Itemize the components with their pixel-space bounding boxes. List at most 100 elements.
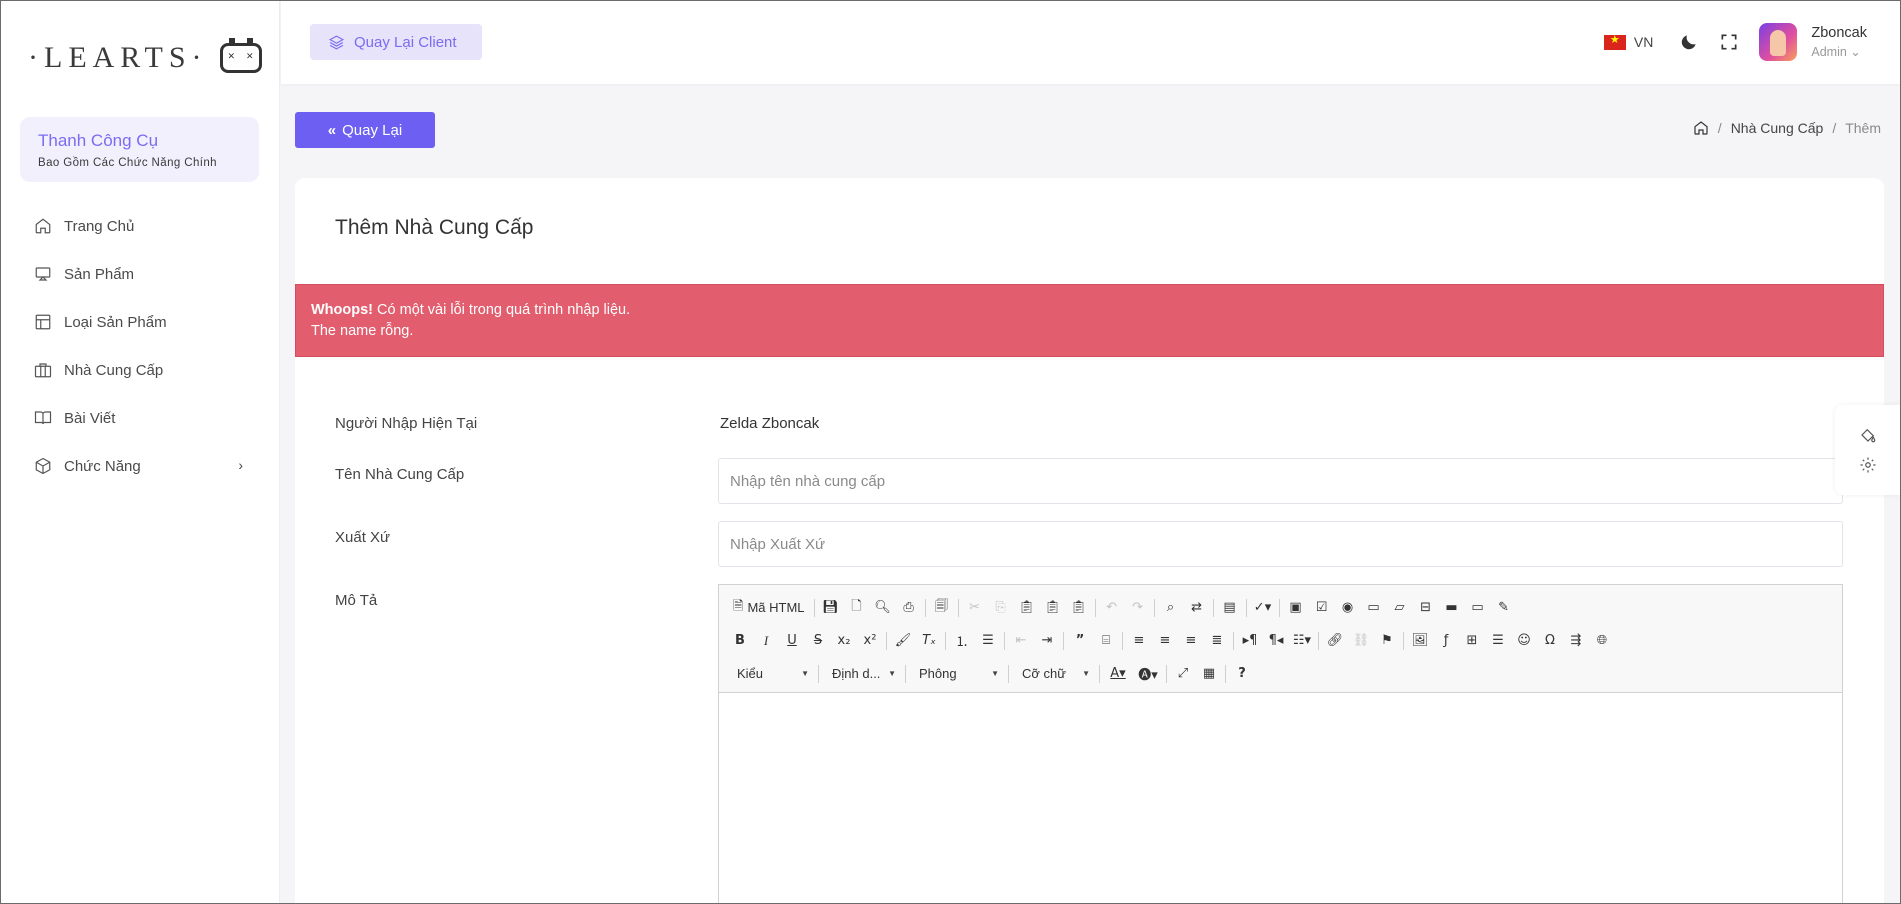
page-break-icon[interactable]: ⇶	[1563, 628, 1589, 654]
sidebar-item-suppliers[interactable]: Nhà Cung Cấp	[0, 346, 279, 394]
underline-icon[interactable]: U	[779, 628, 805, 654]
avatar[interactable]	[1759, 23, 1798, 61]
italic-icon[interactable]: I	[753, 628, 779, 654]
save-icon[interactable]: 💾︎	[818, 595, 844, 621]
spellcheck-icon[interactable]: ✓▾	[1250, 595, 1276, 621]
radio-icon[interactable]: ◉	[1335, 595, 1361, 621]
editor-content-area[interactable]	[719, 693, 1842, 893]
table-icon[interactable]: ⊞	[1459, 628, 1485, 654]
align-left-icon[interactable]: ≡	[1126, 628, 1152, 654]
sidebar-item-label: Nhà Cung Cấp	[64, 361, 164, 379]
print-icon[interactable]: ⎙	[896, 595, 922, 621]
image-button-icon[interactable]: ▭	[1465, 595, 1491, 621]
paint-bucket-icon[interactable]	[1859, 426, 1877, 444]
brand-logo[interactable]: ·LEARTS· ✕ ✕	[0, 0, 279, 115]
flash-icon[interactable]: ƒ	[1433, 628, 1459, 654]
select-field-icon[interactable]: ⊟	[1413, 595, 1439, 621]
copy-format-icon[interactable]: 🖌︎	[890, 628, 916, 654]
unlink-icon[interactable]: ⛓	[1348, 628, 1374, 654]
language-selector[interactable]: VN	[1634, 34, 1653, 50]
horizontal-rule-icon[interactable]: ☰	[1485, 628, 1511, 654]
paste-word-icon[interactable]: 📋︎	[1066, 595, 1092, 621]
source-html-button[interactable]: 🗎 Mã HTML	[727, 595, 811, 621]
back-button[interactable]: « Quay Lại	[295, 112, 435, 148]
origin-label: Xuất Xứ	[335, 529, 391, 546]
align-center-icon[interactable]: ≡	[1152, 628, 1178, 654]
user-menu[interactable]: Zboncak Admin ⌄	[1811, 25, 1867, 59]
indent-icon[interactable]: ⇥	[1034, 628, 1060, 654]
back-to-client-button[interactable]: Quay Lại Client	[310, 24, 482, 60]
format-dropdown[interactable]: Định d... ▼	[822, 662, 902, 686]
textfield-icon[interactable]: ▭	[1361, 595, 1387, 621]
briefcase-icon	[34, 363, 52, 378]
checkbox-icon[interactable]: ☑	[1309, 595, 1335, 621]
supplier-name-input[interactable]	[718, 458, 1843, 504]
link-icon[interactable]: 🔗︎	[1322, 628, 1348, 654]
blockquote-icon[interactable]: ”	[1067, 628, 1093, 654]
remove-format-icon[interactable]: Tₓ	[916, 628, 942, 654]
justify-icon[interactable]: ≣	[1204, 628, 1230, 654]
copy-icon[interactable]: ⎘	[988, 595, 1014, 621]
sidebar-item-products[interactable]: Sản Phẩm	[0, 250, 279, 298]
align-right-icon[interactable]: ≡	[1178, 628, 1204, 654]
form-icon[interactable]: ▣	[1283, 595, 1309, 621]
toolbar-row-3: Kiểu ▼ Định d... ▼ Phông ▼ Cỡ chữ ▼ A▾ 🅐▾ ⤢ …	[727, 657, 1834, 690]
replace-icon[interactable]: ⇄	[1184, 595, 1210, 621]
iframe-icon[interactable]: 🌐︎	[1589, 628, 1615, 654]
alert-message: Có một vài lỗi trong quá trình nhập liệu…	[377, 302, 631, 318]
outdent-icon[interactable]: ⇤	[1008, 628, 1034, 654]
home-icon[interactable]	[1693, 120, 1709, 136]
numbered-list-icon[interactable]: ⒈	[949, 628, 975, 654]
breadcrumb-separator: /	[1832, 120, 1837, 136]
bulleted-list-icon[interactable]: ☰	[975, 628, 1001, 654]
font-size-dropdown[interactable]: Cỡ chữ ▼	[1012, 662, 1096, 686]
preview-icon[interactable]: 🔍︎	[870, 595, 896, 621]
bold-icon[interactable]: B	[727, 628, 753, 654]
vietnam-flag-icon[interactable]	[1603, 33, 1626, 50]
anchor-icon[interactable]: ⚑	[1374, 628, 1400, 654]
button-field-icon[interactable]: ▬	[1439, 595, 1465, 621]
find-icon[interactable]: ⌕	[1158, 595, 1184, 621]
special-char-icon[interactable]: Ω	[1537, 628, 1563, 654]
show-blocks-icon[interactable]: ▦	[1196, 661, 1222, 687]
sidebar-item-categories[interactable]: Loại Sản Phẩm	[0, 298, 279, 346]
breadcrumb-suppliers-link[interactable]: Nhà Cung Cấp	[1731, 120, 1824, 136]
origin-input[interactable]	[718, 521, 1843, 567]
background-color-icon[interactable]: 🅐▾	[1133, 661, 1163, 687]
toolbar-row-1: 🗎Mã HTML 💾︎ 🗋 🔍︎ ⎙ 🗐 ✂ ⎘ 📋︎ 📋︎ 📋︎ ↶ ↷ ⌕	[727, 591, 1834, 624]
div-container-icon[interactable]: ⌸	[1093, 628, 1119, 654]
subscript-icon[interactable]: x₂	[831, 628, 857, 654]
sidebar-item-posts[interactable]: Bài Viết	[0, 394, 279, 442]
toolbox-card: Thanh Công Cụ Bao Gồm Các Chức Năng Chín…	[20, 117, 259, 182]
templates-icon[interactable]: 🗐	[929, 595, 955, 621]
text-direction-ltr-icon[interactable]: ▸¶	[1237, 628, 1263, 654]
paste-icon[interactable]: 📋︎	[1014, 595, 1040, 621]
fullscreen-icon[interactable]	[1719, 32, 1739, 52]
textarea-icon[interactable]: ▱	[1387, 595, 1413, 621]
dark-mode-toggle-icon[interactable]	[1679, 32, 1699, 52]
toolbar-separator	[1225, 664, 1226, 683]
gear-icon[interactable]	[1859, 456, 1877, 474]
hidden-field-icon[interactable]: ✎	[1491, 595, 1517, 621]
smiley-icon[interactable]: ☺	[1511, 628, 1537, 654]
styles-dropdown[interactable]: Kiểu ▼	[727, 662, 815, 686]
select-all-icon[interactable]: ▤	[1217, 595, 1243, 621]
new-page-icon[interactable]: 🗋	[844, 595, 870, 621]
language-icon[interactable]: ☷▾	[1289, 628, 1315, 654]
text-color-icon[interactable]: A▾	[1103, 661, 1133, 687]
redo-icon[interactable]: ↷	[1125, 595, 1151, 621]
strikethrough-icon[interactable]: S	[805, 628, 831, 654]
maximize-icon[interactable]: ⤢	[1170, 661, 1196, 687]
paste-text-icon[interactable]: 📋︎	[1040, 595, 1066, 621]
toolbox-title: Thanh Công Cụ	[38, 131, 159, 150]
superscript-icon[interactable]: x²	[857, 628, 883, 654]
sidebar-item-home[interactable]: Trang Chủ	[0, 202, 279, 250]
font-dropdown[interactable]: Phông ▼	[909, 662, 1005, 686]
image-icon[interactable]: 🖼︎	[1407, 628, 1433, 654]
layout-icon	[35, 314, 51, 330]
cut-icon[interactable]: ✂	[962, 595, 988, 621]
help-icon[interactable]: ?	[1229, 661, 1255, 687]
text-direction-rtl-icon[interactable]: ¶◂	[1263, 628, 1289, 654]
sidebar-item-functions[interactable]: Chức Năng ›	[0, 442, 279, 490]
undo-icon[interactable]: ↶	[1099, 595, 1125, 621]
